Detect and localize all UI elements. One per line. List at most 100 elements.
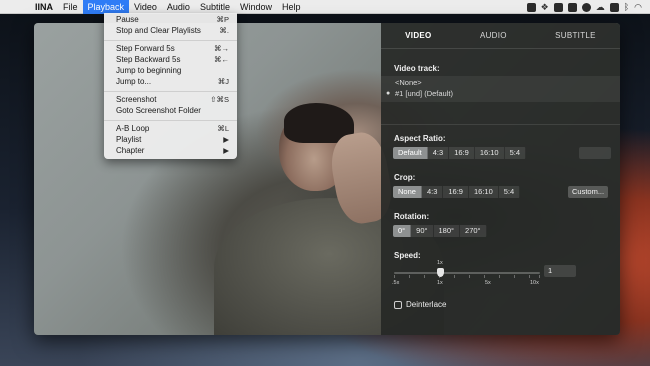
checkbox-icon[interactable]	[394, 300, 402, 309]
menu-item-jump-beginning[interactable]: Jump to beginning	[104, 66, 237, 77]
rotation-0-option[interactable]: 0°	[393, 225, 412, 237]
menu-item-step-forward[interactable]: Step Forward 5s ⌘→	[104, 44, 237, 55]
menu-item-chapter[interactable]: Chapter ▶	[104, 146, 237, 157]
menu-item-shortcut: ⌘←	[214, 55, 229, 64]
speed-current-mark: 1x	[437, 260, 443, 266]
menu-item-shortcut: ⌘.	[219, 26, 229, 35]
password-icon[interactable]	[581, 2, 591, 12]
crop-4-3-option[interactable]: 4:3	[421, 186, 444, 198]
selected-track-bullet-icon: ●	[386, 90, 391, 97]
menu-separator	[104, 40, 237, 41]
menu-file[interactable]: File	[58, 0, 83, 14]
menu-item-label: Goto Screenshot Folder	[116, 106, 201, 115]
tab-video[interactable]: VIDEO	[405, 31, 431, 45]
menu-item-label: Screenshot	[116, 95, 157, 104]
speed-mark-5x: 5x	[485, 280, 491, 286]
menu-item-screenshot[interactable]: Screenshot ⇧⌘S	[104, 95, 237, 106]
track-none-label: <None>	[395, 78, 422, 87]
evernote-icon[interactable]	[567, 2, 577, 12]
video-track-list: <None> ● #1 [und] (Default)	[381, 76, 620, 102]
menu-item-label: Jump to...	[116, 77, 152, 86]
menu-item-screenshot-folder[interactable]: Goto Screenshot Folder	[104, 106, 237, 117]
speed-input[interactable]: 1	[544, 265, 576, 277]
drive-icon[interactable]	[609, 2, 619, 12]
menu-item-shortcut: ⌘P	[216, 15, 229, 24]
menu-help[interactable]: Help	[277, 0, 306, 14]
bluetooth-icon[interactable]: ᛒ	[624, 2, 629, 12]
speed-slider-track[interactable]	[394, 272, 540, 274]
track-row-1[interactable]: ● #1 [und] (Default)	[381, 88, 620, 100]
menu-playback[interactable]: Playback	[82, 0, 130, 14]
crop-segmented: None 4:3 16:9 16:10 5:4	[393, 186, 521, 198]
menu-item-label: Chapter	[116, 146, 145, 155]
menu-video[interactable]: Video	[129, 0, 162, 14]
menu-item-label: Step Backward 5s	[116, 55, 181, 64]
menu-item-shortcut: ⌘L	[217, 124, 229, 133]
aspect-16-10-option[interactable]: 16:10	[474, 147, 505, 159]
crop-16-9-option[interactable]: 16:9	[443, 186, 469, 198]
aspect-5-4-option[interactable]: 5:4	[504, 147, 527, 159]
menu-item-step-backward[interactable]: Step Backward 5s ⌘←	[104, 55, 237, 66]
aspect-ratio-label: Aspect Ratio:	[394, 134, 446, 143]
track-1-label: #1 [und] (Default)	[395, 89, 453, 98]
submenu-arrow-icon: ▶	[223, 146, 229, 155]
tab-audio[interactable]: AUDIO	[480, 31, 507, 45]
menu-item-label: Pause	[116, 15, 139, 24]
screenshot-icon[interactable]	[553, 2, 563, 12]
speed-mark-10x: 10x	[530, 280, 539, 286]
rotation-label: Rotation:	[394, 212, 430, 221]
menu-item-label: Step Forward 5s	[116, 44, 175, 53]
crop-16-10-option[interactable]: 16:10	[468, 186, 499, 198]
status-area: ❖ ☁ ᛒ ◠	[526, 0, 642, 14]
menu-separator	[104, 120, 237, 121]
menu-bar: IINA File Playback Video Audio Subtitle …	[0, 0, 650, 14]
tab-subtitle[interactable]: SUBTITLE	[555, 31, 596, 45]
menu-item-jump-to[interactable]: Jump to... ⌘J	[104, 77, 237, 88]
menu-item-label: A-B Loop	[116, 124, 150, 133]
video-track-label: Video track:	[394, 64, 440, 73]
speed-mark-min: .5x	[392, 280, 400, 286]
menu-subtitle[interactable]: Subtitle	[195, 0, 235, 14]
playback-menu: Pause ⌘P Stop and Clear Playlists ⌘. Ste…	[104, 13, 237, 159]
deinterlace-checkbox[interactable]: Deinterlace	[394, 300, 446, 309]
menu-item-shortcut: ⇧⌘S	[210, 95, 229, 104]
speed-slider-knob[interactable]	[437, 268, 444, 277]
rotation-90-option[interactable]: 90°	[411, 225, 434, 237]
menu-item-playlist[interactable]: Playlist ▶	[104, 135, 237, 146]
cloud-icon[interactable]: ☁	[596, 2, 605, 12]
aspect-ratio-segmented: Default 4:3 16:9 16:10 5:4	[393, 147, 527, 159]
dropbox-icon[interactable]: ❖	[541, 2, 549, 12]
rotation-180-option[interactable]: 180°	[433, 225, 461, 237]
speed-slider-ticks	[394, 275, 540, 279]
crop-label: Crop:	[394, 173, 416, 182]
crop-custom-button[interactable]: Custom...	[568, 186, 609, 198]
submenu-arrow-icon: ▶	[223, 135, 229, 144]
separator	[381, 124, 620, 125]
menu-item-label: Jump to beginning	[116, 66, 182, 75]
rotation-270-option[interactable]: 270°	[460, 225, 487, 237]
aspect-custom-field[interactable]	[579, 147, 611, 159]
wifi-icon[interactable]: ◠	[634, 2, 642, 12]
crop-5-4-option[interactable]: 5:4	[498, 186, 521, 198]
panel-tabs: VIDEO AUDIO SUBTITLE	[381, 31, 620, 45]
menu-item-shortcut: ⌘→	[214, 44, 229, 53]
aspect-4-3-option[interactable]: 4:3	[427, 147, 450, 159]
tab-divider	[381, 48, 620, 49]
aspect-default-option[interactable]: Default	[393, 147, 428, 159]
menu-item-label: Playlist	[116, 135, 142, 144]
rotation-segmented: 0° 90° 180° 270°	[393, 225, 487, 237]
photo-icon[interactable]	[526, 2, 536, 12]
menu-item-stop-clear[interactable]: Stop and Clear Playlists ⌘.	[104, 26, 237, 37]
menu-window[interactable]: Window	[235, 0, 277, 14]
menu-item-ab-loop[interactable]: A-B Loop ⌘L	[104, 124, 237, 135]
deinterlace-label: Deinterlace	[406, 300, 447, 309]
crop-none-option[interactable]: None	[393, 186, 422, 198]
menu-app-name[interactable]: IINA	[30, 0, 58, 14]
menu-item-shortcut: ⌘J	[217, 77, 229, 86]
menu-item-pause[interactable]: Pause ⌘P	[104, 15, 237, 26]
menu-separator	[104, 91, 237, 92]
aspect-16-9-option[interactable]: 16:9	[449, 147, 475, 159]
menu-audio[interactable]: Audio	[162, 0, 195, 14]
speed-mark-1x: 1x	[437, 280, 443, 286]
menu-item-label: Stop and Clear Playlists	[116, 26, 201, 35]
